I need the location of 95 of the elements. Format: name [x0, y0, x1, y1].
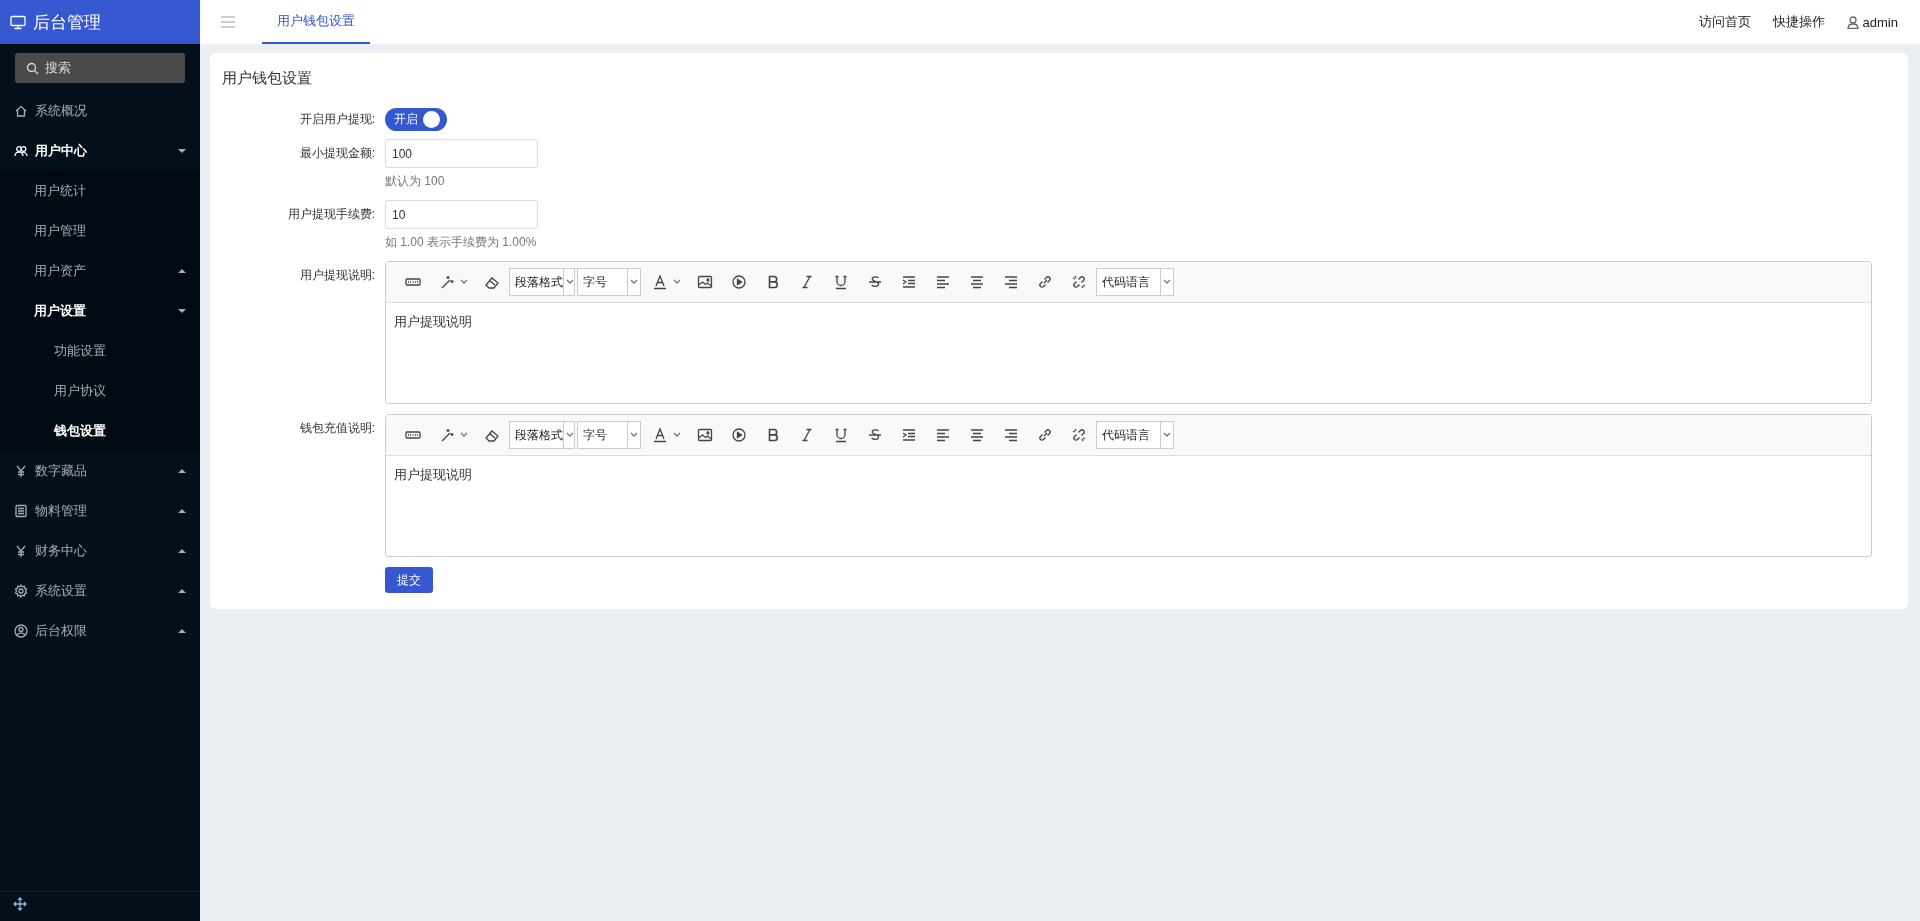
- code-language-select[interactable]: 代码语言: [1096, 421, 1174, 449]
- chevron-down-icon: [1163, 432, 1171, 438]
- yen-icon: [14, 464, 28, 478]
- user-menu[interactable]: admin: [1835, 0, 1920, 44]
- magic-wand-icon: [439, 427, 455, 443]
- field-label: 最小提现金额:: [298, 145, 375, 162]
- field-label: 用户提现说明:: [298, 267, 375, 284]
- users-icon: [14, 144, 28, 158]
- caret-icon: [178, 549, 186, 553]
- rich-text-editor[interactable]: 段落格式 字号 代码语言 用户提现说明: [385, 414, 1872, 557]
- submit-button[interactable]: 提交: [385, 567, 433, 593]
- sidebar-item[interactable]: 用户设置: [0, 291, 200, 331]
- indent-icon: [901, 427, 917, 443]
- field-label: 开启用户提现:: [298, 111, 375, 128]
- field-label: 钱包充值说明:: [298, 420, 375, 437]
- field-hint: 如 1.00 表示手续费为 1.00%: [385, 234, 538, 251]
- chevron-down-icon: [673, 432, 681, 438]
- video-icon: [731, 274, 747, 290]
- move-icon: [13, 897, 27, 911]
- align-center-icon: [969, 427, 985, 443]
- header-link[interactable]: 访问首页: [1687, 0, 1762, 44]
- magic-wand-icon: [439, 274, 455, 290]
- sidebar-item[interactable]: 用户协议: [0, 371, 200, 411]
- underline-icon: [833, 274, 849, 290]
- strikethrough-icon: [867, 427, 883, 443]
- video-icon: [731, 427, 747, 443]
- rich-text-editor[interactable]: 段落格式 字号 代码语言 用户提现说明: [385, 261, 1872, 404]
- caret-icon: [178, 589, 186, 593]
- indent-icon: [901, 274, 917, 290]
- sidebar-item[interactable]: 系统概况: [0, 91, 200, 131]
- sidebar-item[interactable]: 用户管理: [0, 211, 200, 251]
- font-color-icon: [652, 427, 668, 443]
- link-icon: [1037, 427, 1053, 443]
- sidebar-item[interactable]: 用户资产: [0, 251, 200, 291]
- align-right-icon: [1003, 427, 1019, 443]
- sidebar-item[interactable]: 数字藏品: [0, 451, 200, 491]
- caret-icon: [178, 509, 186, 513]
- chevron-down-icon: [566, 432, 574, 438]
- card-title: 用户钱包设置: [222, 69, 313, 88]
- paragraph-format-select[interactable]: 段落格式: [509, 421, 575, 449]
- image-icon: [697, 274, 713, 290]
- unlink-icon: [1071, 274, 1087, 290]
- page-tab[interactable]: 用户钱包设置: [262, 0, 370, 44]
- toggle-switch[interactable]: 开启: [385, 108, 447, 131]
- chevron-down-icon: [630, 279, 638, 285]
- editor-content[interactable]: 用户提现说明: [386, 303, 1871, 403]
- link-icon: [1037, 274, 1053, 290]
- caret-icon: [178, 149, 186, 153]
- strikethrough-icon: [867, 274, 883, 290]
- underline-icon: [833, 427, 849, 443]
- code-language-select[interactable]: 代码语言: [1096, 268, 1174, 296]
- font-size-select[interactable]: 字号: [577, 268, 641, 296]
- sidebar-item[interactable]: 后台权限: [0, 611, 200, 651]
- font-size-select[interactable]: 字号: [577, 421, 641, 449]
- sidebar-item[interactable]: 用户中心: [0, 131, 200, 171]
- app-title: 后台管理: [33, 11, 101, 34]
- caret-icon: [178, 629, 186, 633]
- align-center-icon: [969, 274, 985, 290]
- input-field[interactable]: 10: [385, 200, 538, 229]
- sidebar-item[interactable]: 系统设置: [0, 571, 200, 611]
- header-link[interactable]: 快捷操作: [1761, 0, 1836, 44]
- align-left-icon: [935, 427, 951, 443]
- unlink-icon: [1071, 427, 1087, 443]
- caret-icon: [178, 469, 186, 473]
- input-field[interactable]: 100: [385, 139, 538, 168]
- caret-icon: [178, 309, 186, 313]
- home-icon: [14, 104, 28, 118]
- chevron-down-icon: [1163, 279, 1171, 285]
- chevron-down-icon: [673, 279, 681, 285]
- align-left-icon: [935, 274, 951, 290]
- yen-icon: [14, 544, 28, 558]
- caret-icon: [178, 269, 186, 273]
- sidebar-item[interactable]: 功能设置: [0, 331, 200, 371]
- gear-icon: [14, 584, 28, 598]
- sidebar-item[interactable]: 用户统计: [0, 171, 200, 211]
- user-icon: [1846, 15, 1859, 29]
- field-hint: 默认为 100: [385, 173, 446, 190]
- field-label: 用户提现手续费:: [286, 206, 375, 223]
- user-circle-icon: [14, 624, 28, 638]
- monitor-icon: [10, 14, 26, 30]
- chevron-down-icon: [460, 279, 468, 285]
- search-icon: [26, 61, 39, 75]
- list-icon: [14, 504, 28, 518]
- font-color-icon: [652, 274, 668, 290]
- image-icon: [697, 427, 713, 443]
- sidebar-item[interactable]: 钱包设置: [0, 411, 200, 451]
- editor-content[interactable]: 用户提现说明: [386, 456, 1871, 556]
- chevron-down-icon: [566, 279, 574, 285]
- sidebar-item[interactable]: 物料管理: [0, 491, 200, 531]
- sidebar-item[interactable]: 财务中心: [0, 531, 200, 571]
- chevron-down-icon: [460, 432, 468, 438]
- chevron-down-icon: [630, 432, 638, 438]
- sidebar-search[interactable]: 搜索: [15, 53, 185, 83]
- paragraph-format-select[interactable]: 段落格式: [509, 268, 575, 296]
- align-right-icon: [1003, 274, 1019, 290]
